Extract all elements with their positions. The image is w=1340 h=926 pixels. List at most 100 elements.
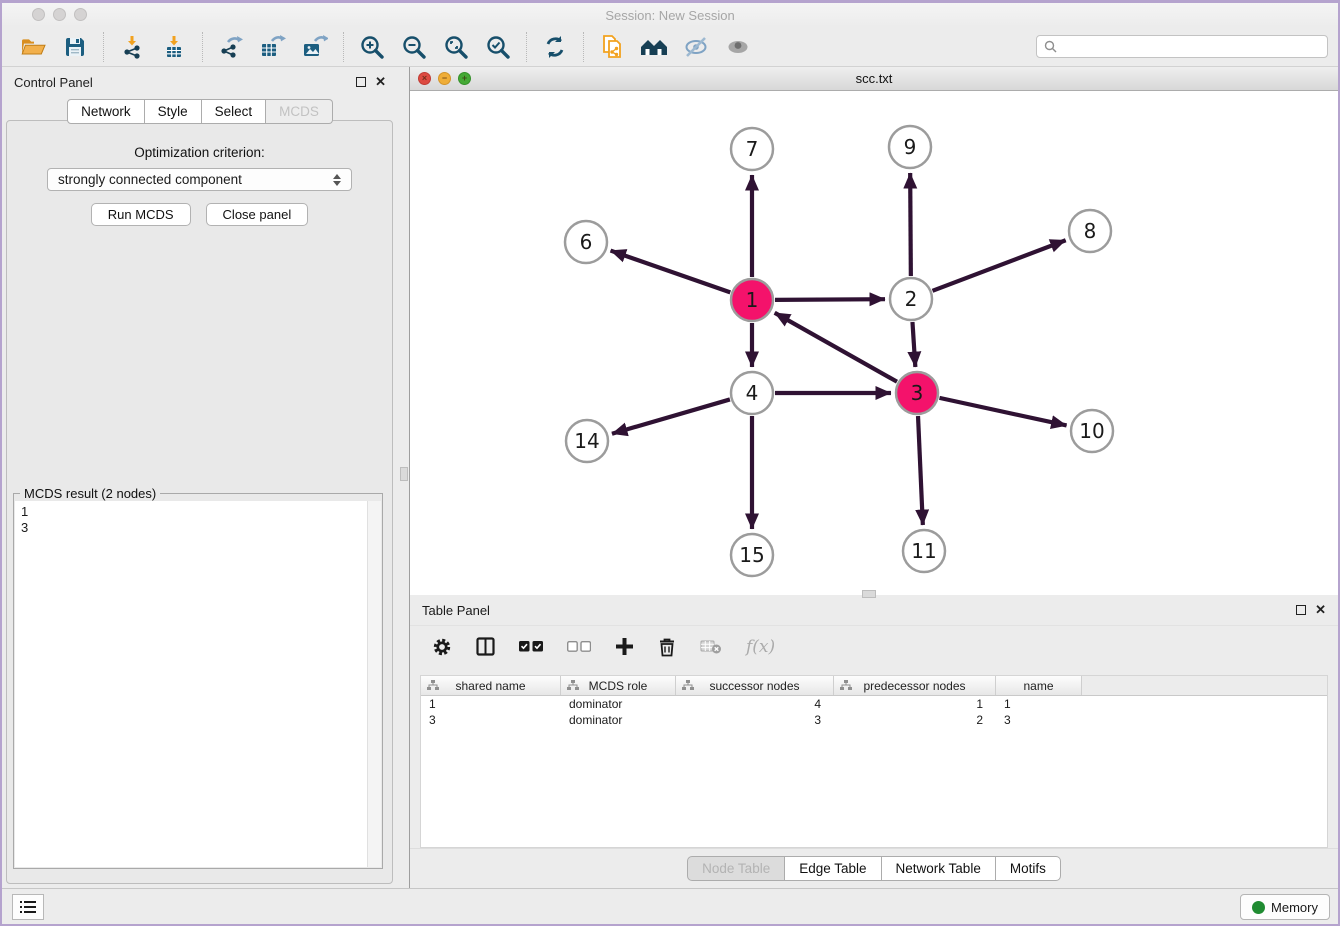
open-session-icon[interactable] [16, 31, 50, 63]
deselect-all-checkboxes-icon[interactable] [567, 641, 591, 652]
table-row[interactable]: 3dominator323 [421, 712, 1327, 728]
run-mcds-button[interactable]: Run MCDS [91, 203, 191, 226]
task-history-button[interactable] [12, 894, 44, 920]
window-titlebar: Session: New Session [2, 3, 1338, 27]
float-panel-icon[interactable] [356, 77, 366, 87]
column-header-shared-name[interactable]: shared name [421, 676, 561, 695]
control-panel-title: Control Panel [14, 75, 356, 90]
mcds-result-title: MCDS result (2 nodes) [20, 486, 160, 501]
toolbar-separator [583, 32, 584, 62]
mcds-result-scrollbar[interactable] [367, 501, 381, 867]
network-overview-icon[interactable] [595, 31, 629, 63]
mcds-result-text[interactable]: 1 3 [15, 501, 381, 867]
import-network-icon[interactable] [115, 31, 149, 63]
table-cell[interactable]: dominator [561, 712, 676, 728]
graph-node-label: 9 [904, 135, 917, 159]
graph-edge-2-8[interactable] [933, 240, 1066, 291]
shared-column-icon [682, 680, 694, 691]
birds-eye-view-icon[interactable] [721, 31, 755, 63]
memory-button[interactable]: Memory [1240, 894, 1330, 920]
vertical-split-divider[interactable] [398, 67, 410, 888]
column-header-successor-nodes[interactable]: successor nodes [676, 676, 834, 695]
graph-node-label: 6 [580, 230, 593, 254]
table-cell[interactable]: 3 [996, 712, 1082, 728]
tab-network[interactable]: Network [67, 99, 145, 124]
window-close-button[interactable] [32, 8, 45, 21]
table-cell[interactable]: 3 [421, 712, 561, 728]
window-traffic-lights[interactable] [32, 8, 87, 21]
export-table-icon[interactable] [256, 31, 290, 63]
toolbar-separator [202, 32, 203, 62]
graph-edge-1-6[interactable] [611, 251, 731, 293]
graph-node-label: 2 [905, 287, 918, 311]
table-cell[interactable]: dominator [561, 696, 676, 712]
table-cell[interactable]: 4 [676, 696, 834, 712]
toggle-graphics-details-icon[interactable] [679, 31, 713, 63]
tab-style[interactable]: Style [145, 99, 202, 124]
optimization-criterion-label: Optimization criterion: [7, 145, 392, 160]
memory-status-icon [1252, 901, 1265, 914]
window-minimize-button[interactable] [53, 8, 66, 21]
network-window-controls: × − + [418, 72, 471, 85]
float-table-panel-icon[interactable] [1296, 605, 1306, 615]
table-cell[interactable]: 1 [421, 696, 561, 712]
export-network-icon[interactable] [214, 31, 248, 63]
vertical-split-handle[interactable] [400, 467, 408, 481]
zoom-in-icon[interactable] [355, 31, 389, 63]
graph-edge-2-9[interactable] [910, 173, 911, 276]
table-cell[interactable]: 1 [996, 696, 1082, 712]
select-all-checkboxes-icon[interactable] [519, 641, 543, 652]
network-maximize-icon[interactable]: + [458, 72, 471, 85]
search-box[interactable] [1036, 35, 1328, 58]
export-image-icon[interactable] [298, 31, 332, 63]
network-minimize-icon[interactable]: − [438, 72, 451, 85]
tab-node-table[interactable]: Node Table [687, 856, 785, 881]
graph-edge-3-11[interactable] [918, 416, 923, 525]
tab-select[interactable]: Select [202, 99, 267, 124]
optimization-criterion-select[interactable]: strongly connected component [47, 168, 352, 191]
show-columns-icon[interactable] [476, 637, 495, 656]
network-window-titlebar[interactable]: × − + scc.txt [410, 67, 1338, 91]
zoom-out-icon[interactable] [397, 31, 431, 63]
column-header-name[interactable]: name [996, 676, 1082, 695]
function-builder-icon[interactable]: f(x) [746, 637, 775, 657]
table-cell[interactable]: 1 [834, 696, 996, 712]
graph-node-label: 4 [746, 381, 759, 405]
tab-motifs[interactable]: Motifs [996, 856, 1061, 881]
search-input[interactable] [1062, 40, 1320, 54]
refresh-view-icon[interactable] [538, 31, 572, 63]
graph-edge-3-10[interactable] [939, 398, 1066, 426]
tab-network-table[interactable]: Network Table [882, 856, 996, 881]
network-canvas[interactable]: 7968124314101511 [410, 91, 1338, 595]
table-cell[interactable]: 2 [834, 712, 996, 728]
node-table[interactable]: shared nameMCDS rolesuccessor nodesprede… [420, 675, 1328, 848]
graph-edge-4-14[interactable] [612, 399, 730, 433]
select-stepper-icon [333, 174, 341, 186]
home-icon[interactable] [637, 31, 671, 63]
list-icon [20, 900, 36, 914]
graph-edge-3-1[interactable] [775, 313, 897, 382]
delete-column-icon[interactable] [658, 637, 676, 657]
table-toolbar: f(x) [410, 625, 1338, 667]
close-panel-button[interactable]: Close panel [206, 203, 309, 226]
table-row[interactable]: 1dominator411 [421, 696, 1327, 712]
table-settings-gear-icon[interactable] [432, 637, 452, 657]
network-close-icon[interactable]: × [418, 72, 431, 85]
delete-table-icon[interactable] [700, 638, 722, 655]
horizontal-split-handle[interactable] [862, 590, 876, 598]
import-table-icon[interactable] [157, 31, 191, 63]
close-panel-icon[interactable]: ✕ [375, 77, 386, 87]
table-cell[interactable]: 3 [676, 712, 834, 728]
graph-edge-1-2[interactable] [775, 299, 885, 300]
graph-edge-2-3[interactable] [912, 322, 915, 367]
tab-mcds[interactable]: MCDS [266, 99, 333, 124]
zoom-fit-icon[interactable] [439, 31, 473, 63]
column-header-mcds-role[interactable]: MCDS role [561, 676, 676, 695]
column-header-predecessor-nodes[interactable]: predecessor nodes [834, 676, 996, 695]
window-maximize-button[interactable] [74, 8, 87, 21]
tab-edge-table[interactable]: Edge Table [785, 856, 881, 881]
add-column-icon[interactable] [615, 637, 634, 656]
close-table-panel-icon[interactable]: ✕ [1315, 605, 1326, 615]
zoom-selected-icon[interactable] [481, 31, 515, 63]
save-session-icon[interactable] [58, 31, 92, 63]
